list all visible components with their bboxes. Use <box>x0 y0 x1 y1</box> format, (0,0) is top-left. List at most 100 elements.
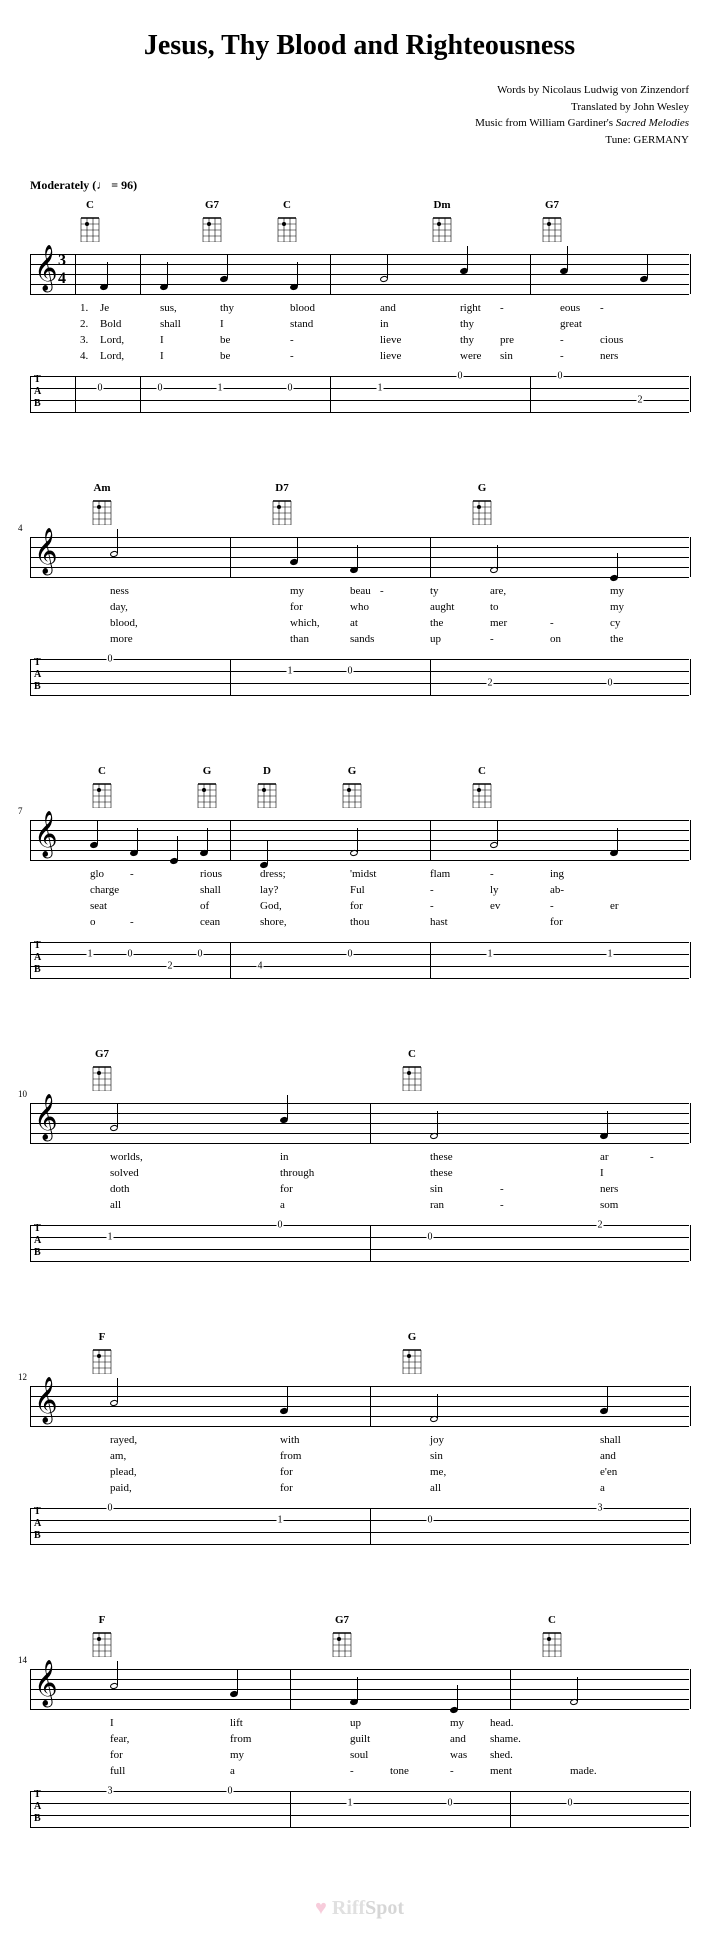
tab-fret-number: 0 <box>197 949 204 960</box>
lyric-line: formysoulwasshed. <box>30 1749 689 1765</box>
lyric-syllable: rious <box>200 868 222 880</box>
lyric-syllable: my <box>450 1717 464 1729</box>
lyric-syllable: lift <box>230 1717 243 1729</box>
tab-staff: TAB30100 <box>30 1791 689 1827</box>
lyric-syllable: Ful <box>350 884 365 896</box>
chord-name: D <box>263 765 271 777</box>
chord-name: C <box>548 1614 556 1626</box>
lyric-syllable: fear, <box>110 1733 129 1745</box>
lyric-syllable: from <box>230 1733 251 1745</box>
lyric-syllable: up <box>350 1717 361 1729</box>
lyric-syllable: made. <box>570 1765 597 1777</box>
lyric-syllable: these <box>430 1167 453 1179</box>
chord-name: G7 <box>335 1614 349 1626</box>
credits-words: Words by Nicolaus Ludwig von Zinzendorf <box>30 82 689 99</box>
chord-symbol: G <box>195 765 219 808</box>
chord-name: C <box>478 765 486 777</box>
lyrics-block: 1.Jesus,thybloodandright-eous-2.Boldshal… <box>30 302 689 366</box>
tab-fret-number: 3 <box>107 1786 114 1797</box>
tab-label: TAB <box>34 940 41 976</box>
lyric-syllable: 2. <box>80 318 88 330</box>
chord-name: C <box>98 765 106 777</box>
lyric-syllable: was <box>450 1749 467 1761</box>
chord-symbol: C <box>78 199 102 242</box>
lyric-line: o-ceanshore,thouhastfor <box>30 916 689 932</box>
lyric-syllable: more <box>110 633 133 645</box>
lyric-syllable: my <box>230 1749 244 1761</box>
tab-fret-number: 0 <box>427 1515 434 1526</box>
lyric-syllable: God, <box>260 900 282 912</box>
lyric-syllable: 4. <box>80 350 88 362</box>
lyric-syllable: I <box>160 334 164 346</box>
chord-symbol: C <box>470 765 494 808</box>
lyric-line: plead,forme,e'en <box>30 1466 689 1482</box>
lyric-syllable: lieve <box>380 334 401 346</box>
chord-symbol: D7 <box>270 482 294 525</box>
tab-fret-number: 0 <box>457 371 464 382</box>
chord-name: D7 <box>275 482 288 494</box>
chord-symbol: D <box>255 765 279 808</box>
chord-row: G7 C <box>30 1048 689 1098</box>
lyric-syllable: ing <box>550 868 564 880</box>
tab-fret-number: 1 <box>87 949 94 960</box>
time-signature: 34 <box>58 252 66 288</box>
lyric-syllable: the <box>610 633 623 645</box>
tab-fret-number: 1 <box>217 383 224 394</box>
chord-symbol: C <box>400 1048 424 1091</box>
lyric-line: rayed,withjoyshall <box>30 1434 689 1450</box>
lyric-syllable: of <box>200 900 209 912</box>
lyric-syllable: I <box>160 350 164 362</box>
lyric-syllable: ab- <box>550 884 564 896</box>
tab-fret-number: 1 <box>287 666 294 677</box>
music-staff: 14𝄞 <box>30 1669 689 1709</box>
lyric-line: 3.Lord,Ibe-lievethypre-cious <box>30 334 689 350</box>
chord-name: C <box>408 1048 416 1060</box>
chord-row: CGDGC <box>30 765 689 815</box>
lyric-syllable: on <box>550 633 561 645</box>
music-staff: 4𝄞 <box>30 537 689 577</box>
lyric-syllable: soul <box>350 1749 368 1761</box>
lyric-syllable: - <box>430 884 434 896</box>
chord-diagram <box>195 780 219 808</box>
lyric-syllable: cean <box>200 916 220 928</box>
tab-fret-number: 0 <box>97 383 104 394</box>
lyric-syllable: - <box>450 1765 454 1777</box>
chord-diagram <box>270 497 294 525</box>
lyric-line: am,fromsinand <box>30 1450 689 1466</box>
chord-name: Am <box>93 482 110 494</box>
lyric-line: blood,which,atthemer-cy <box>30 617 689 633</box>
lyric-syllable: - <box>350 1765 354 1777</box>
tab-fret-number: 0 <box>347 666 354 677</box>
lyrics-block: nessmybeau-tyare,myday,forwhoaughttomybl… <box>30 585 689 649</box>
lyric-syllable: shall <box>160 318 181 330</box>
lyric-syllable: and <box>450 1733 466 1745</box>
chord-name: G7 <box>95 1048 109 1060</box>
chord-diagram <box>255 780 279 808</box>
chord-name: G <box>348 765 357 777</box>
tempo-marking: Moderately (♩ = 96) <box>30 178 689 193</box>
lyric-syllable: me, <box>430 1466 446 1478</box>
chord-diagram <box>275 214 299 242</box>
lyric-line: morethansandsup-onthe <box>30 633 689 649</box>
lyric-syllable: for <box>290 601 303 613</box>
lyric-line: solvedthroughtheseI <box>30 1167 689 1183</box>
lyric-syllable: ment <box>490 1765 512 1777</box>
tab-fret-number: 0 <box>157 383 164 394</box>
lyric-syllable: great <box>560 318 582 330</box>
treble-clef-icon: 𝄞 <box>34 1097 58 1137</box>
chord-diagram <box>90 780 114 808</box>
lyric-line: day,forwhoaughttomy <box>30 601 689 617</box>
measure-number: 10 <box>18 1089 27 1099</box>
lyric-syllable: who <box>350 601 369 613</box>
chord-name: C <box>86 199 94 211</box>
treble-clef-icon: 𝄞 <box>34 248 58 288</box>
lyric-syllable: shame. <box>490 1733 521 1745</box>
lyric-syllable: sands <box>350 633 374 645</box>
lyric-syllable: eous <box>560 302 580 314</box>
lyric-syllable: than <box>290 633 309 645</box>
page-title: Jesus, Thy Blood and Righteousness <box>30 30 689 62</box>
music-system: G7C10𝄞worlds,inthesear-solvedthroughthes… <box>30 1048 689 1261</box>
lyric-syllable: from <box>280 1450 301 1462</box>
lyric-syllable: - <box>550 617 554 629</box>
lyric-syllable: shed. <box>490 1749 513 1761</box>
